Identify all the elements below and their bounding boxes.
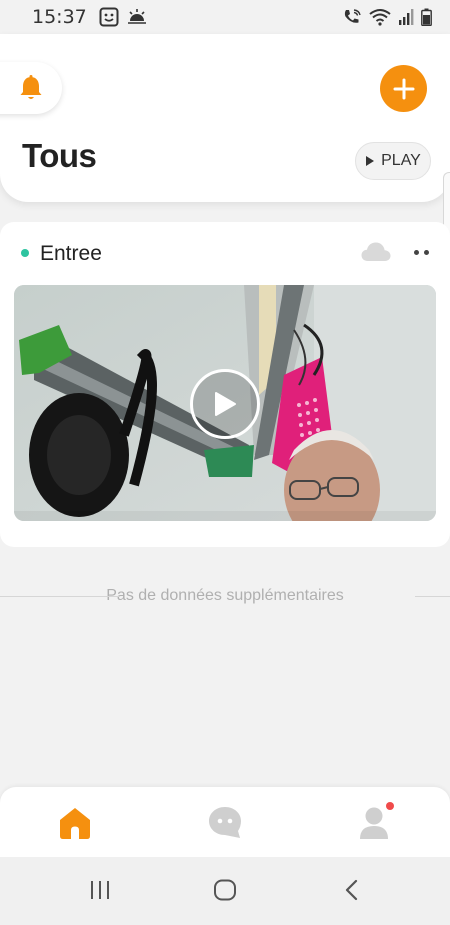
chat-icon: [209, 807, 241, 838]
notifications-button[interactable]: [0, 62, 62, 114]
bottom-navigation: [0, 787, 450, 857]
video-play-button[interactable]: [190, 369, 260, 439]
more-dot: [413, 249, 419, 255]
profile-notification-badge: [386, 802, 394, 810]
smiley-icon: [99, 7, 119, 27]
recent-apps-icon[interactable]: [89, 879, 111, 901]
status-bar: 15:37: [0, 0, 450, 34]
more-options-button[interactable]: [410, 246, 432, 258]
system-navigation-bar: [0, 857, 450, 925]
add-device-button[interactable]: [380, 65, 427, 112]
plus-icon: [393, 78, 414, 99]
nav-home[interactable]: [57, 805, 93, 841]
divider-left: [0, 596, 120, 597]
camera-name: Entree: [40, 242, 102, 265]
home-icon: [60, 808, 90, 839]
status-time: 15:37: [32, 6, 87, 28]
back-icon[interactable]: [344, 879, 360, 901]
no-more-data-text: Pas de données supplémentaires: [106, 587, 344, 604]
system-home-icon[interactable]: [213, 879, 237, 901]
more-dot: [423, 249, 429, 255]
weather-icon: [127, 9, 146, 24]
signal-icon: [399, 9, 414, 25]
play-icon: [215, 392, 236, 416]
nav-messages[interactable]: [207, 805, 243, 839]
status-left-icons: [99, 7, 147, 27]
video-thumbnail[interactable]: [14, 285, 436, 521]
status-right-icons: [342, 8, 432, 26]
bell-icon: [20, 75, 42, 99]
camera-card[interactable]: Entree: [0, 222, 450, 547]
divider-right: [415, 596, 450, 597]
wifi-icon: [369, 9, 391, 26]
wifi-call-icon: [344, 9, 361, 23]
cloud-icon[interactable]: [360, 240, 392, 264]
play-all-label: PLAY: [381, 152, 421, 169]
battery-icon: [421, 8, 432, 26]
play-small-icon: [366, 156, 375, 166]
online-status-dot: [21, 249, 29, 257]
page-title: Tous: [22, 137, 97, 174]
profile-icon: [360, 807, 388, 839]
no-more-data: Pas de données supplémentaires: [0, 586, 450, 606]
play-all-button[interactable]: PLAY: [355, 142, 431, 180]
nav-profile[interactable]: [358, 805, 390, 841]
